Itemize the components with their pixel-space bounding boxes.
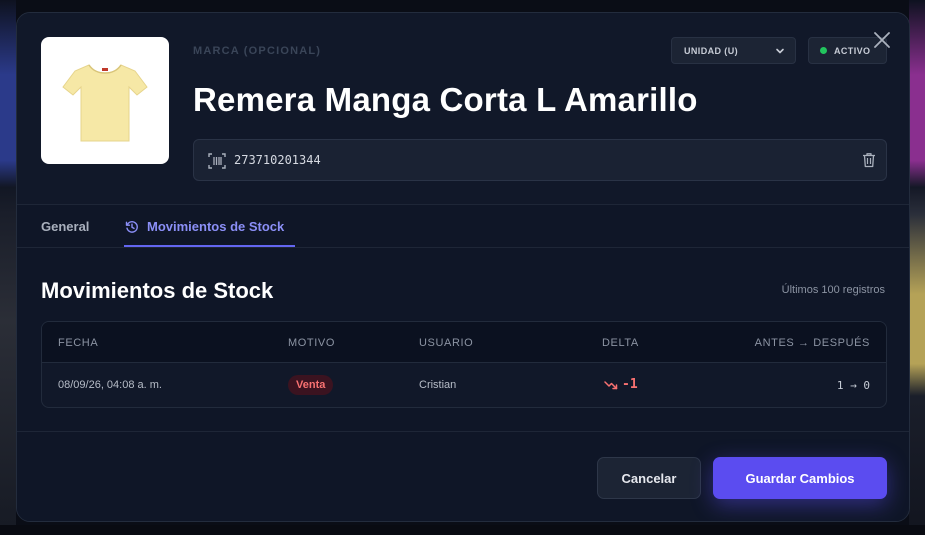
cell-antes-despues: 1 → 0 — [836, 379, 870, 392]
product-image — [41, 37, 169, 164]
records-note: Últimos 100 registros — [781, 284, 885, 296]
column-antes-despues: ANTES → DESPUÉS — [754, 337, 870, 349]
cancel-button[interactable]: Cancelar — [597, 457, 701, 499]
save-changes-button[interactable]: Guardar Cambios — [713, 457, 887, 499]
cell-usuario: Cristian — [419, 379, 457, 391]
modal-footer: Cancelar Guardar Cambios — [17, 431, 909, 521]
barcode-scan-icon — [208, 153, 226, 169]
brand-field-label[interactable]: MARCA (OPCIONAL) — [193, 45, 321, 57]
column-delta: DELTA — [602, 337, 639, 349]
background-left-edge — [0, 0, 16, 535]
cell-fecha: 08/09/26, 04:08 a. m. — [58, 379, 162, 391]
modal-header: MARCA (OPCIONAL) Remera Manga Corta L Am… — [17, 13, 909, 205]
unit-select[interactable]: UNIDAD (U) — [671, 37, 796, 64]
unit-select-value: UNIDAD (U) — [684, 45, 738, 56]
status-label: ACTIVO — [834, 45, 871, 56]
motivo-badge: Venta — [288, 375, 334, 395]
table-header: FECHA MOTIVO USUARIO DELTA ANTES → DESPU… — [42, 322, 886, 363]
tab-stock-movements[interactable]: Movimientos de Stock — [125, 205, 284, 248]
tab-stock-movements-label: Movimientos de Stock — [147, 219, 285, 234]
tab-bar: General Movimientos de Stock — [17, 205, 909, 248]
trash-icon[interactable] — [862, 152, 876, 168]
product-name[interactable]: Remera Manga Corta L Amarillo — [193, 81, 698, 119]
table-row[interactable]: 08/09/26, 04:08 a. m. Venta Cristian -1 … — [42, 363, 886, 407]
close-icon[interactable] — [873, 31, 891, 49]
stock-movements-table: FECHA MOTIVO USUARIO DELTA ANTES → DESPU… — [41, 321, 887, 408]
chevron-down-icon — [776, 48, 784, 53]
background-bottom-edge — [0, 525, 925, 535]
column-fecha: FECHA — [58, 337, 99, 349]
barcode-value: 273710201344 — [234, 153, 321, 167]
product-edit-modal: MARCA (OPCIONAL) Remera Manga Corta L Am… — [16, 12, 910, 522]
status-dot-icon — [820, 47, 827, 54]
cell-delta: -1 — [604, 377, 638, 392]
active-tab-indicator — [124, 245, 295, 247]
tab-general[interactable]: General — [41, 205, 89, 248]
tab-general-label: General — [41, 219, 90, 234]
barcode-field[interactable]: 273710201344 — [193, 139, 887, 181]
column-motivo: MOTIVO — [288, 337, 335, 349]
trending-down-icon — [604, 380, 618, 389]
column-usuario: USUARIO — [419, 337, 474, 349]
history-icon — [125, 220, 138, 233]
section-title: Movimientos de Stock — [41, 278, 274, 303]
background-right-edge — [909, 0, 925, 535]
tshirt-image — [62, 63, 148, 141]
delta-value: -1 — [622, 377, 638, 392]
